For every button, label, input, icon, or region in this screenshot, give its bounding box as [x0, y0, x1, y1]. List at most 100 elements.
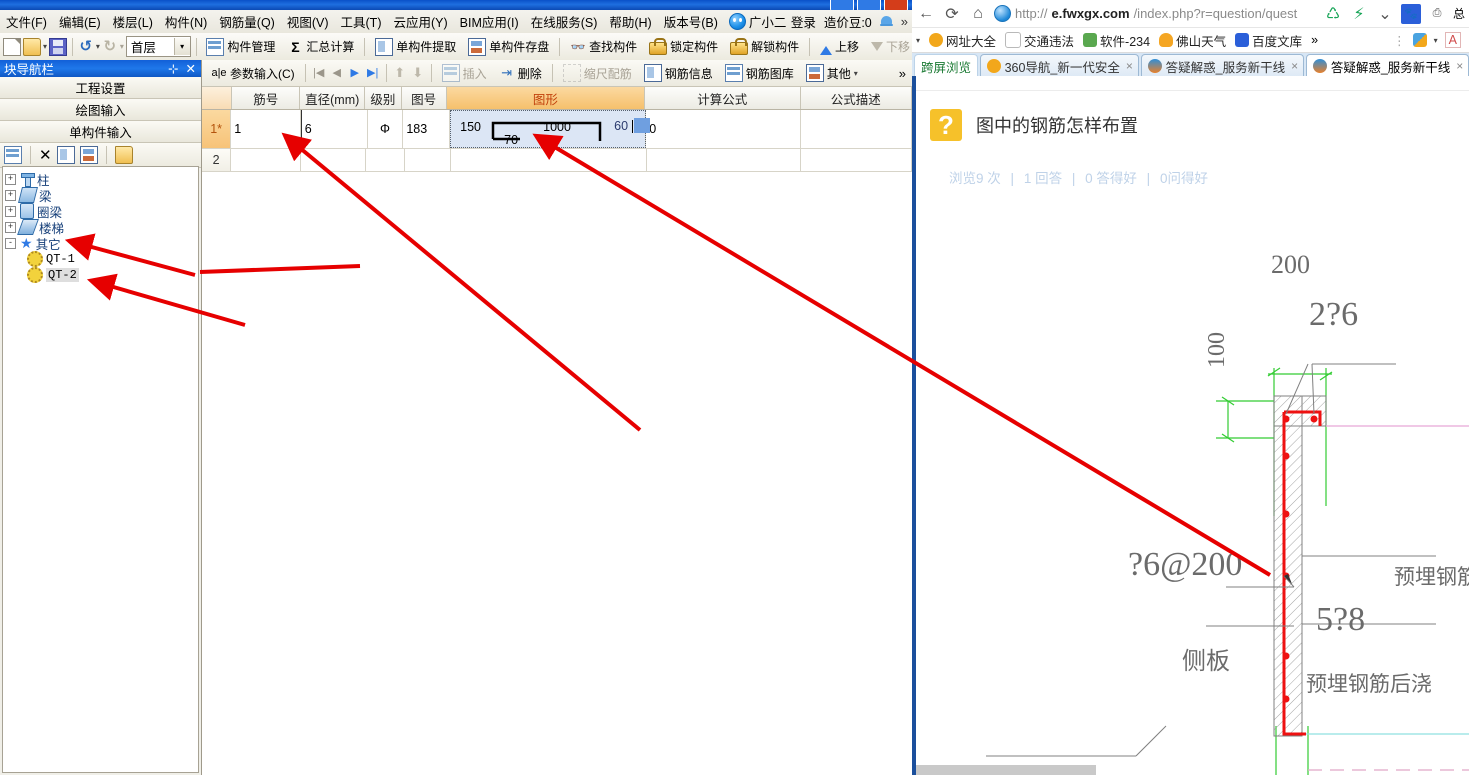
menu-item-tools[interactable]: 工具(T): [335, 10, 388, 33]
tab-crossscreen-browse[interactable]: 跨屏浏览: [914, 54, 978, 77]
component-tree[interactable]: + 柱 + 梁 + 圈梁 + 楼梯 - ★ 其它 QT-1 QT-2: [2, 166, 199, 773]
save-icon[interactable]: [49, 37, 68, 56]
bookmark-item[interactable]: 网址大全: [929, 31, 996, 50]
printer-icon[interactable]: ⎙: [1427, 4, 1447, 24]
cell-description[interactable]: [801, 110, 912, 148]
cell-jinhao[interactable]: [231, 149, 301, 171]
cell-tuhao[interactable]: [405, 149, 452, 171]
parameter-input-button[interactable]: a|e 参数输入(C): [206, 62, 300, 85]
font-size-icon[interactable]: A: [1444, 32, 1461, 48]
good-question-count[interactable]: 0问得好: [1160, 171, 1208, 186]
menu-item-online-service[interactable]: 在线服务(S): [525, 10, 604, 33]
rebar-info-button[interactable]: 钢筋信息: [639, 61, 718, 85]
tab-qa-service-1[interactable]: 答疑解惑_服务新干线 ×: [1140, 54, 1304, 77]
cell-formula[interactable]: 0: [646, 110, 801, 148]
assistant-brand[interactable]: 广小二: [724, 11, 792, 32]
tree-item-ring-beam[interactable]: + 圈梁: [5, 203, 198, 220]
tab-close-icon[interactable]: ×: [1126, 59, 1133, 73]
move-up-button[interactable]: 上移: [815, 35, 864, 58]
table-header-shape[interactable]: 图形: [446, 87, 646, 109]
apps-dropdown-icon[interactable]: ▾: [1434, 36, 1438, 45]
summary-calc-button[interactable]: Σ 汇总计算: [282, 35, 359, 58]
single-component-store-button[interactable]: 单构件存盘: [463, 35, 554, 59]
address-bar[interactable]: http://e.fwxgx.com/index.php?r=question/…: [994, 3, 1317, 24]
menu-item-version[interactable]: 版本号(B): [658, 10, 724, 33]
grid-toolbar-overflow-icon[interactable]: »: [899, 66, 912, 81]
menu-item-floor[interactable]: 楼层(L): [107, 10, 159, 33]
cell-shape-editor[interactable]: [451, 149, 648, 171]
nav-button-single-component-input[interactable]: 单构件输入: [0, 121, 201, 143]
component-manager-button[interactable]: 构件管理: [201, 35, 280, 59]
open-file-icon[interactable]: [23, 37, 41, 56]
tree-item-column[interactable]: + 柱: [5, 171, 198, 188]
open-file-dropdown-icon[interactable]: ▾: [43, 42, 47, 51]
cell-shape-editor[interactable]: 150 1000 70 60: [450, 110, 651, 148]
paste-icon[interactable]: [114, 146, 133, 164]
cell-jinhao[interactable]: 1: [231, 110, 301, 148]
tab-qa-service-2[interactable]: 答疑解惑_服务新干线 ×: [1305, 54, 1469, 77]
floor-selector-chevron-down-icon[interactable]: ▾: [173, 38, 190, 55]
table-row[interactable]: 2: [202, 149, 912, 172]
answer-count[interactable]: 1 回答: [1024, 171, 1062, 186]
table-header-diameter[interactable]: 直径(mm): [300, 87, 366, 109]
previous-record-icon[interactable]: ◀: [329, 65, 345, 81]
nav-button-project-settings[interactable]: 工程设置: [0, 77, 201, 99]
translate-icon[interactable]: ♺: [1323, 4, 1343, 24]
menu-item-bim[interactable]: BIM应用(I): [454, 10, 525, 33]
single-component-extract-button[interactable]: 单构件提取: [370, 35, 461, 59]
bookmark-item[interactable]: 交通违法: [1005, 31, 1074, 50]
tab-360-nav[interactable]: 360导航_新一代安全 ×: [979, 54, 1139, 77]
rebar-library-button[interactable]: 钢筋图库: [720, 61, 799, 85]
bookmark-item[interactable]: 百度文库: [1235, 31, 1302, 50]
back-arrow-icon[interactable]: ←: [916, 4, 936, 24]
menu-item-file[interactable]: 文件(F): [0, 10, 53, 33]
shape-dim-left[interactable]: 150: [460, 120, 481, 134]
first-record-icon[interactable]: |◀: [311, 65, 327, 81]
cell-tuhao[interactable]: 183: [403, 110, 451, 148]
bookmarks-dropdown-icon[interactable]: ▾: [916, 36, 920, 45]
reload-icon[interactable]: ⟳: [942, 4, 962, 24]
expander-icon[interactable]: -: [5, 237, 16, 249]
bookmark-item[interactable]: 佛山天气: [1159, 31, 1226, 50]
tree-item-qt-1[interactable]: QT-1: [5, 251, 198, 267]
menu-overflow-icon[interactable]: »: [901, 14, 908, 29]
tree-item-beam[interactable]: + 梁: [5, 187, 198, 204]
cell-formula[interactable]: [647, 149, 801, 171]
copy-icon[interactable]: [56, 146, 75, 164]
undo-dropdown-icon[interactable]: ▾: [96, 42, 100, 51]
good-answer-count[interactable]: 0 答得好: [1085, 171, 1137, 186]
baidu-paw-icon[interactable]: 🐾: [1400, 3, 1421, 24]
menu-item-view[interactable]: 视图(V): [281, 10, 335, 33]
bolt-icon[interactable]: ⚡: [1349, 4, 1369, 24]
expander-icon[interactable]: +: [5, 173, 16, 185]
menu-item-rebar-qty[interactable]: 钢筋量(Q): [213, 10, 281, 33]
tree-item-other[interactable]: - ★ 其它: [5, 235, 198, 252]
other-menu-button[interactable]: 其他 ▾: [801, 61, 863, 85]
menu-item-cloud[interactable]: 云应用(Y): [387, 10, 453, 33]
bookmarks-more-icon[interactable]: ⋮: [1393, 33, 1406, 48]
menu-item-component[interactable]: 构件(N): [159, 10, 213, 33]
shape-dim-bottom[interactable]: 70: [504, 133, 518, 147]
cell-description[interactable]: [801, 149, 912, 171]
chevron-down-icon[interactable]: ▾: [854, 69, 858, 78]
table-header-jinhao[interactable]: 筋号: [232, 87, 301, 109]
cell-grade[interactable]: [366, 149, 405, 171]
undo-icon[interactable]: ↺: [78, 39, 94, 55]
shape-dim-top[interactable]: 1000: [543, 120, 571, 134]
table-header-description[interactable]: 公式描述: [801, 87, 912, 109]
floor-selector[interactable]: 首层 ▾: [125, 36, 191, 57]
notification-bell-icon[interactable]: [879, 15, 893, 29]
login-link[interactable]: 登录: [791, 12, 816, 31]
find-component-button[interactable]: 👓 查找构件: [565, 35, 642, 58]
menu-item-help[interactable]: 帮助(H): [603, 10, 657, 33]
chevron-down-icon[interactable]: ⌄: [1375, 4, 1395, 24]
new-file-icon[interactable]: [3, 37, 21, 56]
next-record-icon[interactable]: ▶: [347, 65, 363, 81]
cell-diameter[interactable]: 6: [300, 110, 368, 148]
table-header-tuhao[interactable]: 图号: [402, 87, 447, 109]
list-view-icon[interactable]: [4, 146, 22, 164]
cell-diameter[interactable]: [301, 149, 367, 171]
table-header-formula[interactable]: 计算公式: [645, 87, 801, 109]
pin-icon[interactable]: ⊹: [168, 61, 178, 76]
home-icon[interactable]: ⌂: [968, 4, 988, 24]
